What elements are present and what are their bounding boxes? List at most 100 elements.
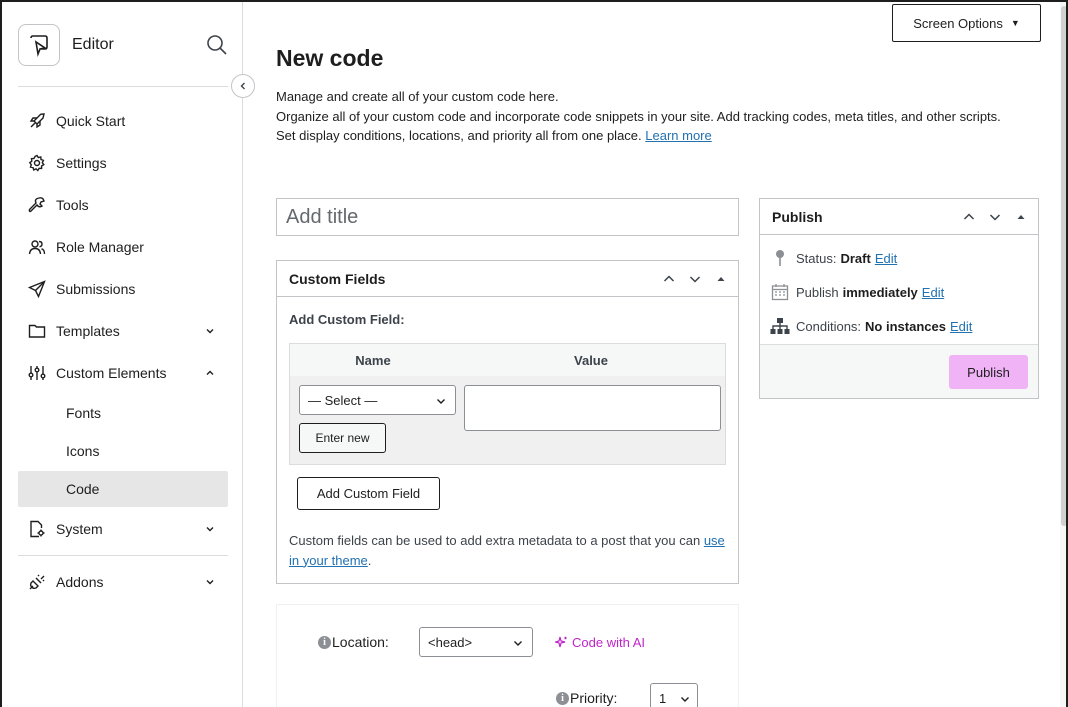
- column-header-value: Value: [574, 352, 608, 368]
- edit-status-link[interactable]: Edit: [875, 251, 897, 266]
- title-input[interactable]: [276, 198, 739, 236]
- info-icon[interactable]: i: [318, 635, 331, 649]
- custom-fields-table: Name Value — Select — Enter new: [289, 343, 726, 465]
- publish-button[interactable]: Publish: [949, 355, 1028, 389]
- screen-options-label: Screen Options: [913, 15, 1003, 31]
- publish-header: Publish: [760, 199, 1038, 235]
- add-custom-field-label: Add Custom Field:: [289, 312, 405, 327]
- sidebar-item-label: Templates: [56, 323, 120, 339]
- custom-fields-title: Custom Fields: [289, 270, 386, 287]
- sidebar-item-tools[interactable]: Tools: [18, 187, 228, 223]
- sidebar-divider: [18, 86, 228, 87]
- sliders-icon: [28, 364, 46, 382]
- conditions-value: No instances: [865, 318, 946, 334]
- search-icon[interactable]: [206, 34, 228, 56]
- sidebar: Editor Quick Start Settings Tools Role M…: [2, 2, 243, 707]
- postbox-handles: [658, 269, 732, 289]
- sidebar-item-system[interactable]: System: [18, 511, 228, 547]
- publish-status-row: Status: Draft Edit: [770, 248, 897, 268]
- sidebar-item-templates[interactable]: Templates: [18, 313, 228, 349]
- wrench-icon: [28, 196, 46, 214]
- chevron-down-icon: [681, 697, 689, 702]
- chevron-up-icon: [204, 367, 216, 379]
- info-icon[interactable]: i: [556, 691, 569, 705]
- sidebar-subitem-icons[interactable]: Icons: [18, 433, 228, 469]
- note-text: Custom fields can be used to add extra m…: [289, 533, 704, 548]
- sidebar-item-label: System: [56, 521, 103, 537]
- priority-select-value: 1: [659, 690, 667, 706]
- publish-conditions-row: Conditions: No instances Edit: [770, 316, 972, 336]
- page-intro: Manage and create all of your custom cod…: [276, 87, 1016, 146]
- custom-fields-header: Custom Fields: [277, 261, 738, 297]
- sidebar-subitem-fonts[interactable]: Fonts: [18, 395, 228, 431]
- location-select-value: <head>: [428, 634, 473, 650]
- publish-date-row: Publish immediately Edit: [770, 282, 944, 302]
- chevron-down-icon: [514, 641, 522, 646]
- sidebar-item-label: Submissions: [56, 281, 136, 297]
- sparkle-icon: [555, 636, 567, 648]
- scrollbar-thumb[interactable]: [1061, 6, 1066, 526]
- move-up-icon[interactable]: [658, 269, 680, 289]
- status-value: Draft: [840, 250, 871, 266]
- brand-title: Editor: [72, 36, 114, 53]
- collapse-triangle-icon[interactable]: [1010, 207, 1032, 227]
- chevron-left-icon: [240, 82, 245, 90]
- sidebar-item-addons[interactable]: Addons: [18, 564, 228, 600]
- main-content: Screen Options ▼ New code Manage and cre…: [244, 2, 1066, 707]
- screen-options-button[interactable]: Screen Options ▼: [892, 4, 1041, 42]
- priority-label-text: Priority:: [570, 690, 618, 706]
- note-end: .: [367, 552, 372, 568]
- code-with-ai-label: Code with AI: [572, 635, 645, 650]
- system-doc-icon: [28, 520, 46, 538]
- edit-conditions-link[interactable]: Edit: [950, 319, 972, 334]
- plug-icon: [28, 573, 46, 591]
- location-label-text: Location:: [332, 634, 389, 650]
- rocket-icon: [28, 112, 46, 130]
- custom-fields-box: Custom Fields Add Custom Field: Name Val…: [276, 260, 739, 584]
- publish-actions: Publish: [760, 344, 1038, 398]
- publish-box: Publish Status: Draft Edit Publish immed…: [759, 198, 1039, 399]
- move-down-icon[interactable]: [684, 269, 706, 289]
- sidebar-subitem-code[interactable]: Code: [18, 471, 228, 507]
- sidebar-item-label: Addons: [56, 574, 104, 590]
- location-label: i Location:: [318, 634, 389, 650]
- sidebar-item-settings[interactable]: Settings: [18, 145, 228, 181]
- custom-field-row: — Select — Enter new: [290, 376, 725, 464]
- pin-icon: [770, 248, 790, 268]
- collapse-triangle-icon[interactable]: [710, 269, 732, 289]
- learn-more-link[interactable]: Learn more: [645, 128, 711, 143]
- move-up-icon[interactable]: [958, 207, 980, 227]
- enter-new-button[interactable]: Enter new: [299, 423, 386, 453]
- sidebar-item-submissions[interactable]: Submissions: [18, 271, 228, 307]
- add-custom-field-button[interactable]: Add Custom Field: [297, 477, 440, 510]
- conditions-label: Conditions:: [796, 318, 862, 334]
- edit-publish-time-link[interactable]: Edit: [922, 285, 944, 300]
- sidebar-item-role-manager[interactable]: Role Manager: [18, 229, 228, 265]
- folder-icon: [28, 322, 46, 340]
- meta-key-select-value: — Select —: [308, 392, 378, 408]
- sidebar-item-label: Tools: [56, 197, 89, 213]
- scrollbar[interactable]: [1060, 2, 1066, 707]
- meta-value-textarea[interactable]: [464, 385, 721, 431]
- logo-icon: [18, 24, 60, 66]
- sidebar-divider: [18, 555, 228, 556]
- sidebar-collapse-button[interactable]: [231, 74, 255, 98]
- priority-select[interactable]: 1: [650, 683, 698, 707]
- publish-time-value: immediately: [842, 284, 918, 300]
- postbox-handles: [958, 207, 1032, 227]
- code-settings-box: i Location: <head> Code with AI i Priori…: [276, 604, 739, 707]
- page-title: New code: [276, 45, 384, 71]
- calendar-icon: [770, 282, 790, 302]
- priority-label: i Priority:: [556, 690, 617, 706]
- location-select[interactable]: <head>: [419, 627, 533, 657]
- chevron-down-icon: [204, 325, 216, 337]
- meta-key-select[interactable]: — Select —: [299, 385, 456, 415]
- sidebar-item-custom-elements[interactable]: Custom Elements: [18, 355, 228, 391]
- code-with-ai-link[interactable]: Code with AI: [555, 635, 645, 650]
- sidebar-item-quick-start[interactable]: Quick Start: [18, 103, 228, 139]
- move-down-icon[interactable]: [984, 207, 1006, 227]
- publish-title: Publish: [772, 208, 823, 225]
- brand: Editor: [18, 24, 228, 66]
- sidebar-item-label: Role Manager: [56, 239, 144, 255]
- status-label: Status:: [796, 250, 837, 266]
